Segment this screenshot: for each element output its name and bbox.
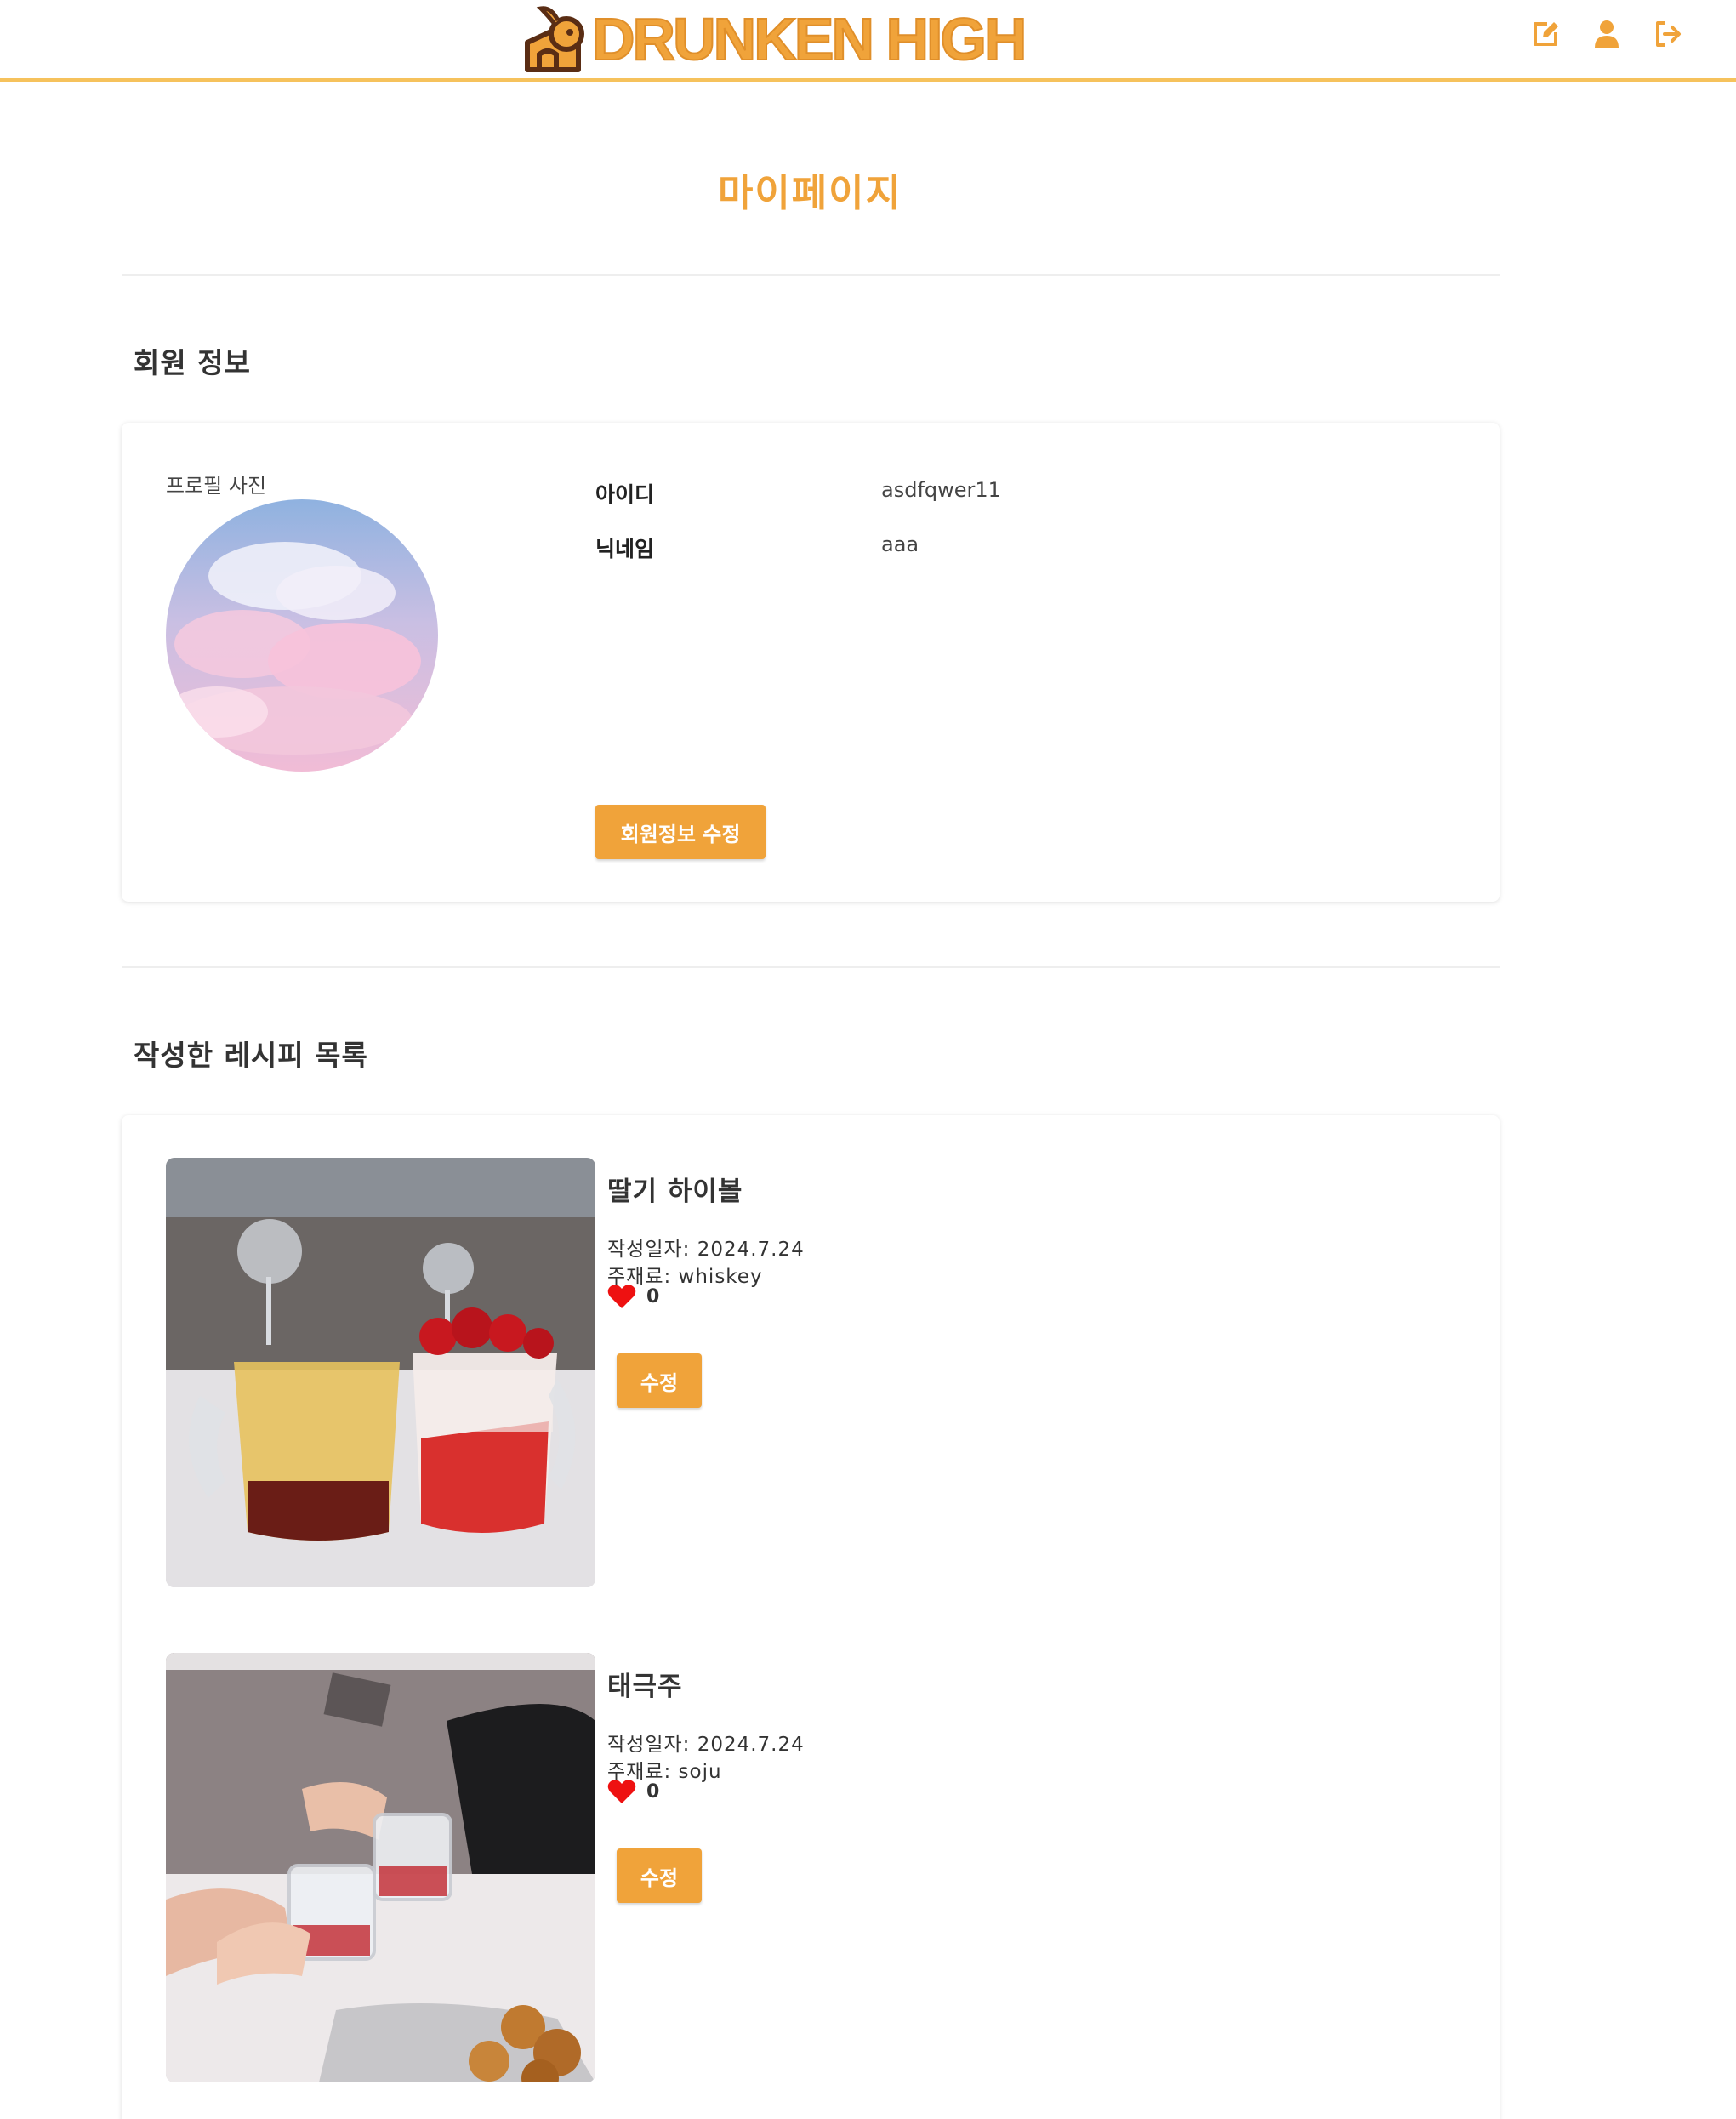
- like-count: 0: [646, 1285, 660, 1307]
- heart-icon[interactable]: [607, 1779, 636, 1804]
- header-actions: [1530, 19, 1683, 49]
- top-header: DRUNKEN HIGH: [0, 0, 1736, 82]
- brand-logo[interactable]: DRUNKEN HIGH: [519, 3, 1027, 75]
- divider: [122, 274, 1500, 276]
- id-value: asdfqwer11: [881, 478, 1001, 502]
- logout-icon[interactable]: [1653, 19, 1683, 49]
- recipes-card: 딸기 하이볼 작성일자: 2024.7.24 주재료: whiskey 0 수정: [122, 1115, 1500, 2119]
- divider: [122, 966, 1500, 968]
- edit-icon[interactable]: [1530, 19, 1561, 49]
- nickname-label: 닉네임: [595, 537, 655, 561]
- recipes-section-title: 작성한 레시피 목록: [134, 1039, 368, 1072]
- recipe-title[interactable]: 태극주: [607, 1665, 683, 1703]
- like-count: 0: [646, 1780, 660, 1803]
- recipe-edit-button[interactable]: 수정: [617, 1353, 702, 1408]
- nickname-value: aaa: [881, 533, 919, 556]
- rabbit-logo-icon: [525, 6, 584, 72]
- recipe-edit-button[interactable]: 수정: [617, 1848, 702, 1903]
- profile-photo-label: 프로필 사진: [166, 474, 267, 498]
- recipe-photo[interactable]: [166, 1158, 595, 1587]
- page-title: 마이페이지: [717, 170, 902, 215]
- profile-avatar: [166, 499, 438, 772]
- recipe-date: 작성일자: 2024.7.24: [607, 1734, 805, 1756]
- member-section-title: 회원 정보: [134, 346, 251, 379]
- recipe-photo[interactable]: [166, 1653, 595, 2082]
- recipe-likes: 0: [607, 1779, 659, 1804]
- edit-profile-button[interactable]: 회원정보 수정: [595, 805, 766, 859]
- recipe-date: 작성일자: 2024.7.24: [607, 1239, 805, 1261]
- recipe-title[interactable]: 딸기 하이볼: [607, 1170, 743, 1208]
- recipe-likes: 0: [607, 1284, 659, 1309]
- heart-icon[interactable]: [607, 1284, 636, 1309]
- brand-name: DRUNKEN HIGH: [591, 5, 1027, 73]
- id-label: 아이디: [595, 482, 655, 507]
- user-icon[interactable]: [1591, 19, 1622, 49]
- member-info-card: 프로필 사진 아이디 asdfqwer11 닉네임 aaa 회원정보 수정: [122, 423, 1500, 902]
